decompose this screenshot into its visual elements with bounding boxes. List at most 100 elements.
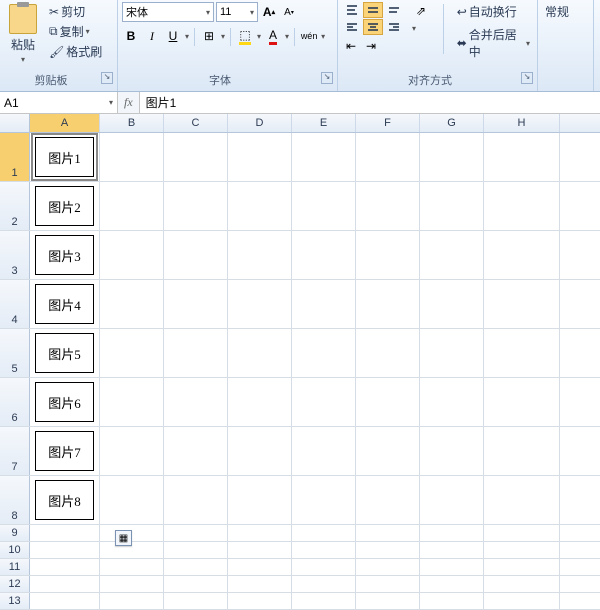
font-name-select[interactable]: 宋体 ▾	[122, 2, 214, 22]
cell[interactable]	[420, 542, 484, 558]
font-size-select[interactable]: 11 ▾	[216, 2, 258, 22]
cell[interactable]	[292, 559, 356, 575]
cell[interactable]	[356, 231, 420, 279]
copy-button[interactable]: ⧉ 复制 ▾	[46, 22, 105, 41]
cell[interactable]	[292, 378, 356, 426]
cell[interactable]	[164, 133, 228, 181]
bold-button[interactable]: B	[122, 27, 140, 45]
paste-button[interactable]: 粘贴 ▾	[4, 2, 42, 65]
col-header-A[interactable]: A	[30, 114, 100, 132]
cell[interactable]	[100, 427, 164, 475]
cell[interactable]	[292, 542, 356, 558]
cell[interactable]	[484, 329, 560, 377]
row-header[interactable]: 10	[0, 542, 30, 558]
merge-center-button[interactable]: ⬌ 合并后居中 ▾	[454, 25, 533, 61]
cell[interactable]	[100, 525, 164, 541]
cell[interactable]	[356, 576, 420, 592]
picture-shape[interactable]: 图片4	[35, 284, 94, 324]
cell[interactable]	[484, 593, 560, 609]
cell[interactable]	[228, 542, 292, 558]
cell[interactable]	[420, 329, 484, 377]
col-header-C[interactable]: C	[164, 114, 228, 132]
italic-button[interactable]: I	[143, 27, 161, 45]
cell[interactable]	[164, 231, 228, 279]
cell[interactable]	[100, 542, 164, 558]
cell[interactable]	[100, 559, 164, 575]
col-header-E[interactable]: E	[292, 114, 356, 132]
cell[interactable]	[484, 133, 560, 181]
cell[interactable]	[484, 542, 560, 558]
cut-button[interactable]: ✂ 剪切	[46, 2, 105, 21]
row-header[interactable]: 1	[0, 133, 30, 181]
cell[interactable]	[356, 329, 420, 377]
cell[interactable]	[420, 378, 484, 426]
picture-shape[interactable]: 图片2	[35, 186, 94, 226]
border-button[interactable]: ⊞	[200, 27, 218, 45]
cell[interactable]	[292, 329, 356, 377]
cell[interactable]	[356, 542, 420, 558]
cell[interactable]	[484, 378, 560, 426]
cell[interactable]	[420, 133, 484, 181]
cell[interactable]	[356, 133, 420, 181]
row-header[interactable]: 5	[0, 329, 30, 377]
cell[interactable]	[100, 329, 164, 377]
cell[interactable]	[30, 542, 100, 558]
cell[interactable]	[100, 231, 164, 279]
cell[interactable]	[228, 576, 292, 592]
cell[interactable]	[420, 427, 484, 475]
cell[interactable]	[100, 576, 164, 592]
cell[interactable]	[484, 476, 560, 524]
row-header[interactable]: 3	[0, 231, 30, 279]
cell[interactable]	[420, 280, 484, 328]
dialog-launcher-font[interactable]: ↘	[321, 72, 333, 84]
cell[interactable]	[420, 476, 484, 524]
cell[interactable]	[292, 476, 356, 524]
cell[interactable]	[356, 476, 420, 524]
decrease-font-button[interactable]: A▾	[280, 3, 298, 21]
cell[interactable]	[356, 559, 420, 575]
cell[interactable]	[228, 329, 292, 377]
row-header[interactable]: 2	[0, 182, 30, 230]
cell[interactable]	[164, 593, 228, 609]
picture-shape[interactable]: 图片3	[35, 235, 94, 275]
format-painter-button[interactable]: 🖌 格式刷	[46, 42, 105, 61]
fill-color-button[interactable]: ⬚	[236, 27, 254, 45]
picture-shape[interactable]: 图片6	[35, 382, 94, 422]
cell[interactable]	[420, 231, 484, 279]
formula-input[interactable]: 图片1	[139, 92, 600, 113]
align-left-button[interactable]	[342, 19, 362, 35]
cell[interactable]	[164, 182, 228, 230]
wrap-text-button[interactable]: ↩ 自动换行	[454, 2, 533, 21]
cell[interactable]	[228, 476, 292, 524]
align-center-button[interactable]	[363, 19, 383, 35]
row-header[interactable]: 4	[0, 280, 30, 328]
cell[interactable]	[420, 576, 484, 592]
phonetic-guide-button[interactable]: wén	[300, 27, 318, 45]
cell[interactable]	[164, 329, 228, 377]
row-header[interactable]: 9	[0, 525, 30, 541]
picture-shape[interactable]: 图片7	[35, 431, 94, 471]
cell[interactable]	[164, 542, 228, 558]
cell[interactable]	[420, 525, 484, 541]
col-header-F[interactable]: F	[356, 114, 420, 132]
cell[interactable]	[100, 593, 164, 609]
cell[interactable]	[164, 427, 228, 475]
cell[interactable]	[420, 182, 484, 230]
picture-shape[interactable]: 图片5	[35, 333, 94, 373]
cell[interactable]	[292, 133, 356, 181]
picture-shape[interactable]: 图片8	[35, 480, 94, 520]
cell[interactable]	[292, 593, 356, 609]
cell[interactable]	[484, 280, 560, 328]
cell[interactable]	[100, 133, 164, 181]
cell[interactable]	[356, 182, 420, 230]
cell[interactable]	[356, 593, 420, 609]
row-header[interactable]: 11	[0, 559, 30, 575]
cell[interactable]	[420, 593, 484, 609]
increase-indent-button[interactable]: ⇥	[362, 37, 380, 55]
cell[interactable]	[100, 378, 164, 426]
cell[interactable]	[228, 378, 292, 426]
cell[interactable]	[164, 559, 228, 575]
orientation-button[interactable]: ⇗	[412, 2, 430, 20]
cell[interactable]	[356, 525, 420, 541]
dialog-launcher-clipboard[interactable]: ↘	[101, 72, 113, 84]
